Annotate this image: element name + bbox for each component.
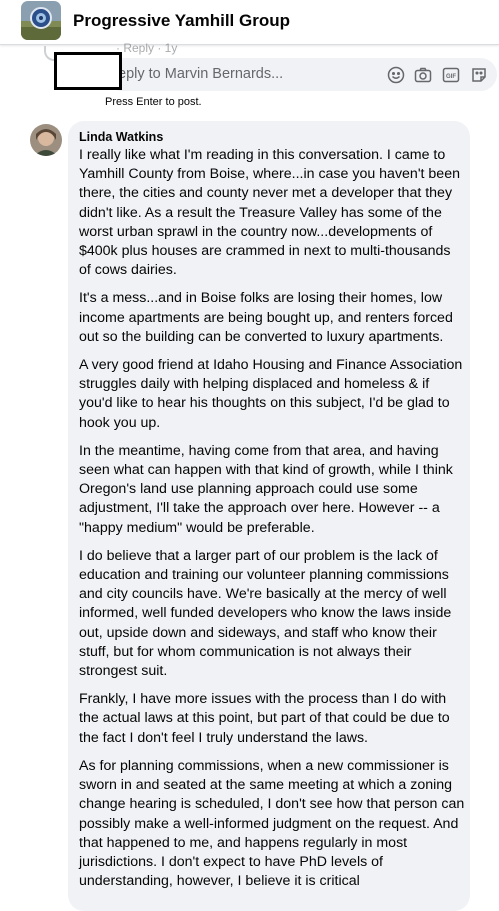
group-avatar[interactable]	[21, 1, 61, 40]
sticker-icon[interactable]	[470, 66, 488, 84]
svg-text:GIF: GIF	[446, 74, 456, 80]
reply-placeholder: eply to Marvin Bernards...	[118, 66, 284, 82]
top-bar: Progressive Yamhill Group	[0, 0, 499, 45]
comment-paragraph: A very good friend at Idaho Housing and …	[79, 357, 463, 431]
comment-paragraph: Frankly, I have more issues with the pro…	[79, 691, 450, 746]
comment-paragraph: I do believe that a larger part of our p…	[79, 547, 452, 680]
redaction-box	[54, 52, 122, 90]
comment-paragraph: As for planning commissions, when a new …	[79, 757, 465, 890]
comment-paragraph: In the meantime, having come from that a…	[79, 442, 453, 536]
commenter-avatar[interactable]	[30, 124, 62, 156]
press-enter-hint: Press Enter to post.	[105, 96, 202, 108]
group-name[interactable]: Progressive Yamhill Group	[73, 11, 290, 31]
camera-icon[interactable]	[414, 66, 432, 84]
gif-icon[interactable]: GIF	[442, 66, 460, 84]
comment-paragraph: I really like what I'm reading in this c…	[79, 147, 460, 279]
comment-body: I really like what I'm reading in this c…	[79, 146, 465, 900]
emoji-icon[interactable]	[387, 66, 405, 84]
previous-comment-actions: · Reply · 1y	[116, 41, 178, 55]
comment-author[interactable]: Linda Watkins	[79, 130, 163, 144]
comment-paragraph: It's a mess...and in Boise folks are los…	[79, 290, 453, 345]
reply-input[interactable]: eply to Marvin Bernards... GIF	[106, 58, 497, 91]
